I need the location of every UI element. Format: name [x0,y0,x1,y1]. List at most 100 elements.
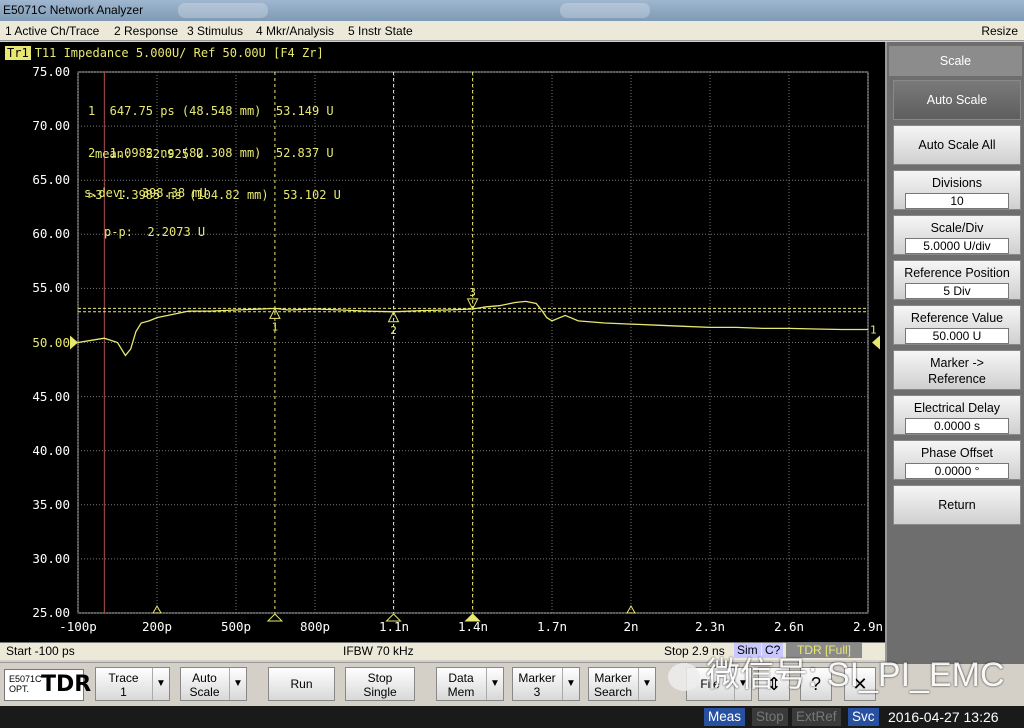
menu-response[interactable]: 2 Response [112,21,180,41]
x-tick-label: -100p [59,619,97,634]
x-tick-label: 2n [623,619,639,634]
auto-scale-softkey[interactable]: Auto Scale [893,80,1021,120]
marker-button[interactable]: Marker 3 ▼ [512,667,580,701]
chevron-down-icon: ▼ [638,668,655,700]
y-tick-label: 35.00 [32,496,70,512]
electrical-delay-value[interactable]: 0.0000 s [905,418,1009,434]
logo-tdr: TDR [41,672,92,697]
statistics-block: mean: 52.925 U s.dev: 398.38 mU p-p: 2.2… [84,122,207,265]
instrument-logo: E5071C OPT. TDR [4,669,91,701]
y-tick-label: 75.00 [32,64,70,79]
scale-div-label: Scale/Div [930,221,984,235]
marker-reference-softkey[interactable]: Marker -> Reference [893,350,1021,390]
reference-arrow-left [70,335,78,350]
instrument-status-bar: Meas Stop ExtRef Svc 2016-04-27 13:26 [0,706,1024,728]
trace-header-text: T11 Impedance 5.000U/ Ref 50.00U [F4 Zr] [34,46,324,60]
title-bar-decoration [560,3,650,18]
title-bar: E5071C Network Analyzer [0,0,1024,21]
x-tick-label: 200p [141,619,173,634]
menu-stimulus[interactable]: 3 Stimulus [185,21,245,41]
trace-button[interactable]: Trace 1 ▼ [95,667,170,701]
scale-div-softkey[interactable]: Scale/Div 5.0000 U/div [893,215,1021,255]
x-tick-label: 1.1n [378,619,410,634]
trace-tag[interactable]: Tr1 [5,46,31,60]
window-title: E5071C Network Analyzer [3,3,144,17]
x-tick-label: 1.7n [536,619,568,634]
stat-sdev: s.dev: 398.38 mU [84,186,207,200]
run-button[interactable]: Run [268,667,335,701]
watermark: 微信号: SI_PI_EMC [668,650,1005,700]
impedance-trace [77,300,868,357]
wechat-icon [668,663,700,692]
x-tick-label: 2.6n [773,619,805,634]
extref-indicator: ExtRef [792,708,841,726]
softkey-header-scale: Scale [889,46,1022,76]
marker-label: 1 [272,320,279,333]
reference-value-value[interactable]: 50.000 U [905,328,1009,344]
y-tick-label: 25.00 [32,605,70,620]
menu-resize[interactable]: Resize [981,21,1018,41]
softkey-panel: Scale Auto Scale Auto Scale All Division… [885,42,1024,664]
marker-reference-line2: Reference [928,372,986,386]
return-softkey[interactable]: Return [893,485,1021,525]
logo-model: E5071C OPT. [9,674,42,694]
date-time: 2016-04-27 13:26 [888,709,999,725]
app-window: E5071C Network Analyzer 1 Active Ch/Trac… [0,0,1024,728]
chevron-down-icon: ▼ [486,668,503,700]
marker-axis-indicator [266,613,284,622]
phase-offset-label: Phase Offset [920,446,994,460]
menu-active-ch-trace[interactable]: 1 Active Ch/Trace [3,21,101,41]
auto-scale-button[interactable]: Auto Scale ▼ [180,667,247,701]
chevron-down-icon: ▼ [152,668,169,700]
marker-row: 1 647.75 ps (48.548 mm) 53.149 U [88,104,334,118]
start-value[interactable]: Start -100 ps [6,643,75,660]
phase-offset-value[interactable]: 0.0000 ° [905,463,1009,479]
y-tick-label: 60.00 [32,226,70,242]
reference-position-softkey[interactable]: Reference Position 5 Div [893,260,1021,300]
reference-position-label: Reference Position [904,266,1010,280]
marker-search-button[interactable]: Marker Search ▼ [588,667,656,701]
divisions-softkey[interactable]: Divisions 10 [893,170,1021,210]
x-tick-label: 500p [220,619,252,634]
data-mem-button[interactable]: Data Mem ▼ [436,667,504,701]
auto-scale-all-softkey[interactable]: Auto Scale All [893,125,1021,165]
y-tick-label: 55.00 [32,280,70,296]
electrical-delay-softkey[interactable]: Electrical Delay 0.0000 s [893,395,1021,435]
stop-indicator: Stop [752,708,788,726]
divisions-value[interactable]: 10 [905,193,1009,209]
menu-bar: 1 Active Ch/Trace 2 Response 3 Stimulus … [0,21,1024,41]
stat-pp: p-p: 2.2073 U [104,225,206,239]
svc-indicator: Svc [848,708,879,726]
reference-position-value[interactable]: 5 Div [905,283,1009,299]
phase-offset-softkey[interactable]: Phase Offset 0.0000 ° [893,440,1021,480]
y-tick-label: 45.00 [32,388,70,404]
y-tick-label: 65.00 [32,172,70,188]
menu-instr-state[interactable]: 5 Instr State [346,21,415,41]
divisions-label: Divisions [931,176,982,190]
menu-mkr-analysis[interactable]: 4 Mkr/Analysis [254,21,336,41]
meas-indicator: Meas [704,708,746,726]
trace-header: Tr1 T11 Impedance 5.000U/ Ref 50.00U [F4 … [5,45,324,61]
x-tick-label: 800p [299,619,331,634]
marker-reference-line1: Marker -> [930,356,984,370]
electrical-delay-label: Electrical Delay [913,401,1001,415]
trace-end-label: 1 [870,324,877,337]
y-tick-label: 70.00 [32,118,70,134]
marker-label: 2 [390,324,397,337]
reference-value-softkey[interactable]: Reference Value 50.000 U [893,305,1021,345]
reference-value-label: Reference Value [910,311,1004,325]
reference-arrow-right [872,335,880,350]
stop-single-button[interactable]: Stop Single [345,667,415,701]
tdr-chart[interactable]: 1 2 3 1 Tr1 T11 Impedance 5.000U/ Ref 50.00U… [0,42,885,642]
marker-label: 3 [469,286,476,299]
title-bar-decoration [178,3,268,18]
scale-div-value[interactable]: 5.0000 U/div [905,238,1009,254]
x-tick-label: 2.3n [694,619,726,634]
x-tick-label: 1.4n [457,619,489,634]
stat-mean: mean: 52.925 U [95,147,204,161]
y-tick-label: 30.00 [32,550,70,566]
chevron-down-icon: ▼ [562,668,579,700]
chevron-down-icon: ▼ [229,668,246,700]
ifbw-value[interactable]: IFBW 70 kHz [343,643,414,660]
y-tick-label: 40.00 [32,442,70,458]
